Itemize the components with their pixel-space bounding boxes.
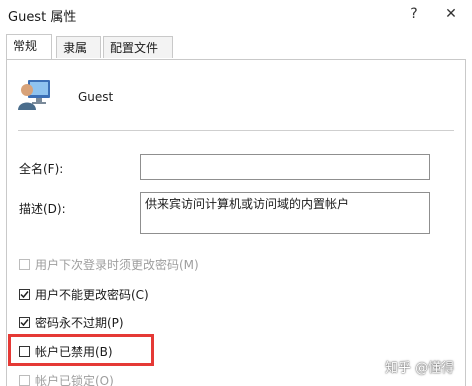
tab-profile[interactable]: 配置文件 <box>103 36 173 58</box>
properties-dialog: Guest 属性 ? ✕ 常规 隶属于 配置文件 Guest 全名(F): 描述… <box>0 0 472 386</box>
option-account-locked: 帐户已锁定(O) <box>19 372 114 386</box>
option-cannot-change-password[interactable]: 用户不能更改密码(C) <box>19 286 149 302</box>
fullname-field[interactable] <box>140 154 430 180</box>
option-label: 用户不能更改密码(C) <box>35 287 149 302</box>
checkbox-checked[interactable] <box>19 316 30 328</box>
close-button[interactable]: ✕ <box>440 4 462 24</box>
option-label: 帐户已锁定(O) <box>35 373 114 386</box>
option-must-change-password: 用户下次登录时须更改密码(M) <box>19 256 199 272</box>
title-bar: Guest 属性 ? ✕ <box>0 0 472 30</box>
user-account-icon <box>16 76 52 112</box>
help-button[interactable]: ? <box>405 4 423 24</box>
description-field[interactable]: 供来宾访问计算机或访问域的内置帐户 <box>140 192 430 234</box>
highlight-box <box>8 334 154 366</box>
checkbox-checked[interactable] <box>19 288 30 300</box>
checkbox <box>19 374 30 386</box>
checkbox <box>19 258 30 270</box>
tab-member-of[interactable]: 隶属于 <box>56 36 101 77</box>
option-password-never-expires[interactable]: 密码永不过期(P) <box>19 314 124 330</box>
option-label: 密码永不过期(P) <box>35 315 124 330</box>
description-label: 描述(D): <box>19 202 66 216</box>
account-name: Guest <box>78 90 114 104</box>
option-label: 用户下次登录时须更改密码(M) <box>35 257 199 272</box>
divider <box>18 130 454 131</box>
watermark: 知乎 @懂得 <box>385 361 455 376</box>
fullname-label: 全名(F): <box>19 162 64 176</box>
window-title: Guest 属性 <box>8 10 77 25</box>
tab-general[interactable]: 常规 <box>6 34 52 59</box>
